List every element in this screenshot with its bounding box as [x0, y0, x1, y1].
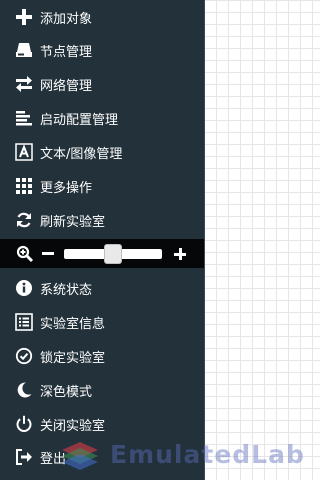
sign-out-icon	[14, 447, 34, 467]
menu-item-lock-lab[interactable]: 锁定实验室	[0, 341, 204, 371]
menu-item-label: 节点管理	[40, 44, 93, 60]
menu-item-label: 登出	[40, 451, 67, 467]
list-alt-icon	[14, 312, 34, 332]
check-circle-icon	[14, 346, 34, 366]
menu-item-text-image[interactable]: 文本/图像管理	[0, 137, 204, 167]
refresh-icon	[14, 210, 34, 230]
zoom-in-icon	[16, 245, 34, 262]
menu-item-nodes[interactable]: 节点管理	[0, 35, 204, 65]
menu-item-more-actions[interactable]: 更多操作	[0, 171, 204, 201]
menu-item-label: 深色模式	[40, 384, 93, 400]
moon-icon	[14, 380, 34, 400]
sidebar-menu: 添加对象 节点管理 网络管理 启动配置管理 文本/图像管理 更多操作 刷新实验室…	[0, 0, 205, 480]
menu-item-label: 刷新实验室	[40, 214, 106, 230]
menu-item-refresh-lab[interactable]: 刷新实验室	[0, 205, 204, 235]
menu-item-networks[interactable]: 网络管理	[0, 69, 204, 99]
menu-item-add-object[interactable]: 添加对象	[0, 2, 204, 32]
zoom-in-button[interactable]	[174, 247, 186, 260]
plus-icon	[14, 7, 34, 27]
menu-item-lab-info[interactable]: 实验室信息	[0, 307, 204, 337]
exchange-icon	[14, 74, 34, 94]
menu-item-label: 实验室信息	[40, 316, 106, 332]
power-off-icon	[14, 414, 34, 434]
menu-item-label: 锁定实验室	[40, 350, 106, 366]
menu-item-label: 系统状态	[40, 282, 93, 298]
menu-item-label: 关闭实验室	[40, 418, 106, 434]
menu-item-startup-config[interactable]: 启动配置管理	[0, 103, 204, 133]
zoom-slider-handle[interactable]	[104, 243, 122, 264]
align-left-icon	[14, 108, 34, 128]
font-icon	[14, 142, 34, 162]
menu-item-label: 文本/图像管理	[40, 146, 123, 162]
th-icon	[14, 176, 34, 196]
menu-item-close-lab[interactable]: 关闭实验室	[0, 409, 204, 439]
menu-item-label: 启动配置管理	[40, 112, 119, 128]
menu-item-label: 添加对象	[40, 11, 93, 27]
menu-item-system-status[interactable]: 系统状态	[0, 273, 204, 303]
zoom-out-button[interactable]	[42, 252, 54, 255]
menu-item-label: 更多操作	[40, 180, 93, 196]
menu-item-dark-mode[interactable]: 深色模式	[0, 375, 204, 405]
info-icon	[14, 278, 34, 298]
zoom-control	[0, 239, 204, 268]
hdd-icon	[14, 40, 34, 60]
menu-item-logout[interactable]: 登出	[0, 442, 204, 472]
menu-item-label: 网络管理	[40, 78, 93, 94]
zoom-slider[interactable]	[64, 243, 162, 264]
